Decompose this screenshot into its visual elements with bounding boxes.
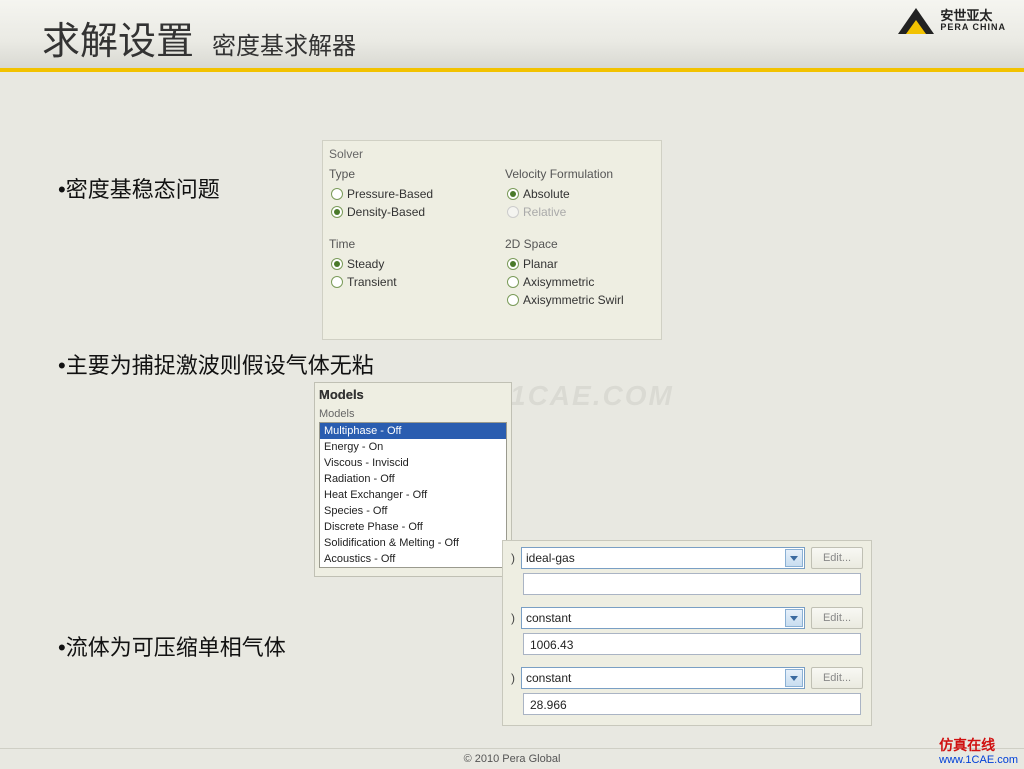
material-properties: ) ideal-gas Edit... ) constant Edit... 1… xyxy=(502,540,872,726)
models-panel: Models Models Multiphase - Off Energy - … xyxy=(314,382,512,577)
cp-value[interactable]: 1006.43 xyxy=(523,633,861,655)
list-item[interactable]: Energy - On xyxy=(320,439,506,455)
list-item[interactable]: Heat Exchanger - Off xyxy=(320,487,506,503)
solver-panel: Solver Type Pressure-Based Density-Based… xyxy=(322,140,662,340)
radio-steady[interactable]: Steady xyxy=(329,255,479,273)
property-row-cp: ) constant Edit... 1006.43 xyxy=(511,607,863,655)
mw-dropdown[interactable]: constant xyxy=(521,667,805,689)
logo-cn: 安世亚太 xyxy=(940,8,992,23)
edit-button[interactable]: Edit... xyxy=(811,547,863,569)
logo-text: 安世亚太 PERA CHINA xyxy=(940,9,1006,33)
models-list-label: Models xyxy=(319,408,507,420)
cp-dropdown[interactable]: constant xyxy=(521,607,805,629)
mw-value[interactable]: 28.966 xyxy=(523,693,861,715)
radio-icon xyxy=(507,276,519,288)
edit-button[interactable]: Edit... xyxy=(811,607,863,629)
bullet-3: •流体为可压缩单相气体 xyxy=(58,630,286,662)
slide-title: 求解设置 xyxy=(42,10,194,65)
logo-en: PERA CHINA xyxy=(940,23,1006,33)
radio-pressure-based[interactable]: Pressure-Based xyxy=(329,185,479,203)
list-item[interactable]: Solidification & Melting - Off xyxy=(320,535,506,551)
edit-button[interactable]: Edit... xyxy=(811,667,863,689)
radio-absolute[interactable]: Absolute xyxy=(505,185,655,203)
list-item[interactable]: Radiation - Off xyxy=(320,471,506,487)
chevron-down-icon[interactable] xyxy=(785,549,803,567)
radio-icon xyxy=(507,206,519,218)
radio-icon xyxy=(507,188,519,200)
bullet-2: •主要为捕捉激波则假设气体无粘 xyxy=(58,348,374,380)
slide-header: 求解设置 密度基求解器 安世亚太 PERA CHINA xyxy=(0,0,1024,72)
company-logo: 安世亚太 PERA CHINA xyxy=(898,8,1006,34)
radio-icon xyxy=(331,206,343,218)
solver-title: Solver xyxy=(329,147,655,161)
paren: ) xyxy=(511,611,515,625)
slide-subtitle: 密度基求解器 xyxy=(212,26,356,61)
list-item[interactable]: Species - Off xyxy=(320,503,506,519)
radio-icon xyxy=(507,294,519,306)
list-item[interactable]: Viscous - Inviscid xyxy=(320,455,506,471)
chevron-down-icon[interactable] xyxy=(785,609,803,627)
radio-icon xyxy=(331,188,343,200)
list-item[interactable]: Acoustics - Off xyxy=(320,551,506,567)
brand-watermark: 仿真在线 www.1CAE.com xyxy=(939,735,1018,766)
radio-icon xyxy=(507,258,519,270)
radio-icon xyxy=(331,276,343,288)
paren: ) xyxy=(511,671,515,685)
footer-copyright: © 2010 Pera Global xyxy=(0,748,1024,768)
velocity-label: Velocity Formulation xyxy=(505,167,655,181)
radio-axisymmetric[interactable]: Axisymmetric xyxy=(505,273,655,291)
paren: ) xyxy=(511,551,515,565)
radio-axisymmetric-swirl[interactable]: Axisymmetric Swirl xyxy=(505,291,655,309)
density-dropdown[interactable]: ideal-gas xyxy=(521,547,805,569)
brand-url: www.1CAE.com xyxy=(939,755,1018,766)
type-label: Type xyxy=(329,167,479,181)
density-value[interactable] xyxy=(523,573,861,595)
list-item[interactable]: Multiphase - Off xyxy=(320,423,506,439)
slide-content: •密度基稳态问题 •主要为捕捉激波则假设气体无粘 •流体为可压缩单相气体 1CA… xyxy=(0,80,1024,744)
models-list[interactable]: Multiphase - Off Energy - On Viscous - I… xyxy=(319,422,507,568)
property-row-mw: ) constant Edit... 28.966 xyxy=(511,667,863,715)
brand-cn: 仿真在线 xyxy=(939,737,995,753)
time-label: Time xyxy=(329,237,479,251)
models-title: Models xyxy=(319,387,507,402)
chevron-down-icon[interactable] xyxy=(785,669,803,687)
radio-planar[interactable]: Planar xyxy=(505,255,655,273)
list-item[interactable]: Discrete Phase - Off xyxy=(320,519,506,535)
watermark: 1CAE.COM xyxy=(510,380,674,412)
radio-relative: Relative xyxy=(505,203,655,221)
property-row-density: ) ideal-gas Edit... xyxy=(511,547,863,595)
bullet-1: •密度基稳态问题 xyxy=(58,172,220,204)
space-label: 2D Space xyxy=(505,237,655,251)
radio-icon xyxy=(331,258,343,270)
radio-density-based[interactable]: Density-Based xyxy=(329,203,479,221)
logo-triangle-icon xyxy=(898,8,934,34)
radio-transient[interactable]: Transient xyxy=(329,273,479,291)
